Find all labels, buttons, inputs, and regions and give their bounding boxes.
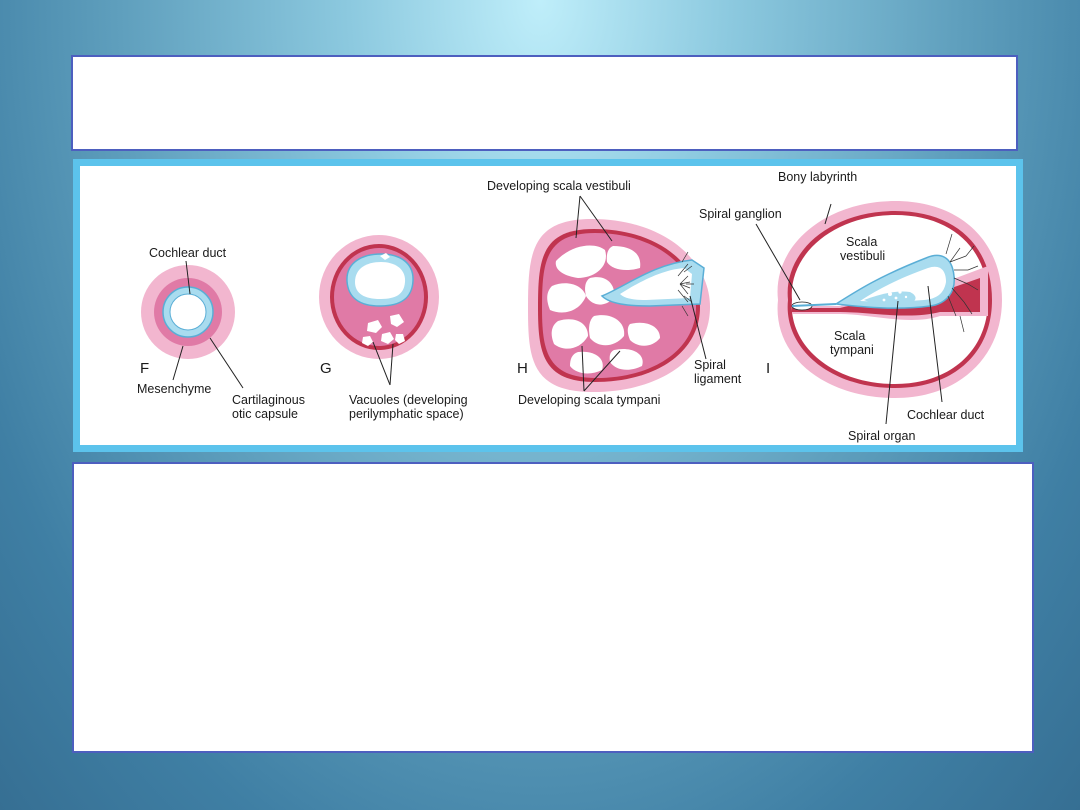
label-developing-scala-vestibuli: Developing scala vestibuli [487,179,631,193]
stage-f-diagram [141,260,244,389]
stage-label-f: F [140,360,149,377]
label-spiral-organ: Spiral organ [848,429,915,443]
label-scala-vestibuli-2: vestibuli [840,249,885,263]
label-scala-tympani-1: Scala [834,329,865,343]
label-perilymphatic-space: perilymphatic space) [349,407,464,421]
label-ligament: ligament [694,372,742,386]
stage-h-diagram [528,195,710,392]
label-bony-labyrinth: Bony labyrinth [778,170,857,184]
label-cochlear-duct-f: Cochlear duct [149,246,227,260]
label-spiral: Spiral [694,358,726,372]
label-otic-capsule: otic capsule [232,407,298,421]
label-spiral-ganglion: Spiral ganglion [699,207,782,221]
label-vacuoles: Vacuoles (developing [349,393,468,407]
label-cartilaginous: Cartilaginous [232,393,305,407]
stage-label-g: G [320,360,332,377]
stage-label-h: H [517,360,528,377]
slide-title-box[interactable] [71,55,1018,151]
slide-content-box[interactable] [72,462,1034,753]
label-scala-tympani-2: tympani [830,343,874,357]
stage-g-diagram [319,235,439,386]
stage-label-i: I [766,360,770,377]
label-developing-scala-tympani: Developing scala tympani [518,393,660,407]
label-cochlear-duct-i: Cochlear duct [907,408,985,422]
figure-panel: Cochlear duct F Mesenchyme Cartilaginous… [73,159,1023,452]
label-scala-vestibuli-1: Scala [846,235,877,249]
cochlea-development-diagram: Cochlear duct F Mesenchyme Cartilaginous… [137,170,1002,443]
figure-canvas: Cochlear duct F Mesenchyme Cartilaginous… [80,166,1016,445]
label-mesenchyme: Mesenchyme [137,382,211,396]
stage-i-diagram [755,201,1002,425]
